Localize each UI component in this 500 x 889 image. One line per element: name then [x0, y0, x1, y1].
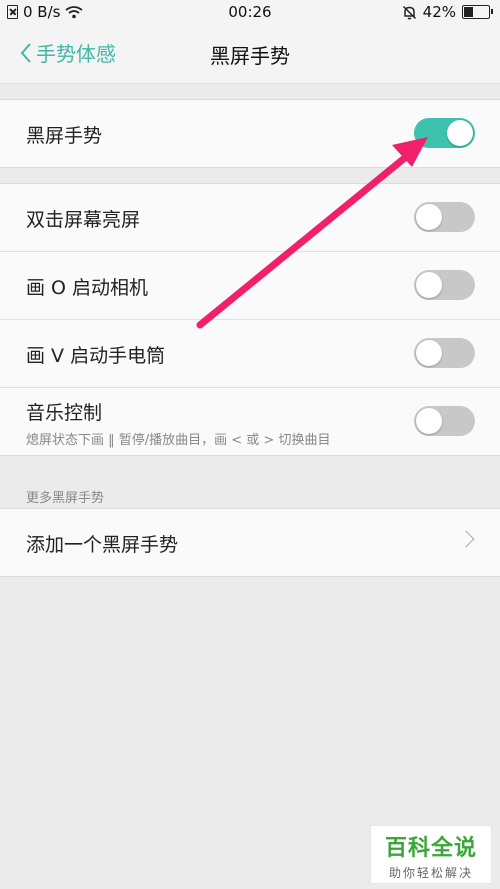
watermark-title: 百科全说 — [384, 836, 477, 861]
double-tap-wake-toggle[interactable] — [414, 202, 475, 232]
status-bar: 0 B/s 00:26 42% — [0, 0, 500, 26]
music-control-toggle[interactable] — [414, 406, 475, 436]
add-gesture-row[interactable]: 添加一个黑屏手势 — [0, 509, 500, 576]
gesture-list-group: 双击屏幕亮屏 画 O 启动相机 画 V 启动手电筒 音乐控制 熄屏状态下画 ‖ … — [0, 183, 500, 456]
toggle-knob — [447, 120, 473, 146]
toggle-knob — [416, 272, 442, 298]
battery-percent: 42% — [422, 3, 456, 21]
nav-bar: 手势体感 黑屏手势 — [0, 26, 500, 84]
toggle-knob — [416, 204, 442, 230]
toggle-knob — [416, 340, 442, 366]
draw-v-flashlight-toggle[interactable] — [414, 338, 475, 368]
screen-off-gesture-label: 黑屏手势 — [26, 125, 103, 147]
page-title: 黑屏手势 — [210, 44, 290, 68]
draw-v-flashlight-label: 画 V 启动手电筒 — [26, 345, 166, 367]
music-control-description: 熄屏状态下画 ‖ 暂停/播放曲目，画 < 或 > 切换曲目 — [26, 433, 331, 448]
screen-off-gesture-toggle[interactable] — [414, 118, 475, 148]
status-right: 42% — [402, 3, 493, 21]
battery-icon — [462, 5, 493, 19]
silent-bell-icon — [402, 5, 416, 19]
main-toggle-group: 黑屏手势 — [0, 99, 500, 168]
draw-o-camera-label: 画 O 启动相机 — [26, 277, 149, 299]
double-tap-wake-label: 双击屏幕亮屏 — [26, 209, 141, 231]
add-gesture-group: 添加一个黑屏手势 — [0, 508, 500, 577]
draw-o-camera-toggle[interactable] — [414, 270, 475, 300]
double-tap-wake-row[interactable]: 双击屏幕亮屏 — [0, 184, 500, 252]
music-control-row[interactable]: 音乐控制 熄屏状态下画 ‖ 暂停/播放曲目，画 < 或 > 切换曲目 — [0, 388, 500, 455]
more-gestures-header: 更多黑屏手势 — [26, 491, 105, 506]
watermark-subtitle: 助你轻松解决 — [388, 866, 473, 880]
chevron-right-icon — [457, 530, 475, 548]
screen-off-gesture-row[interactable]: 黑屏手势 — [0, 100, 500, 167]
add-gesture-label: 添加一个黑屏手势 — [26, 534, 179, 556]
music-control-label: 音乐控制 — [26, 402, 103, 424]
draw-v-flashlight-row[interactable]: 画 V 启动手电筒 — [0, 320, 500, 388]
toggle-knob — [416, 408, 442, 434]
watermark-logo: 百科全说 助你轻松解决 — [370, 825, 492, 884]
draw-o-camera-row[interactable]: 画 O 启动相机 — [0, 252, 500, 320]
battery-fill — [464, 7, 474, 17]
